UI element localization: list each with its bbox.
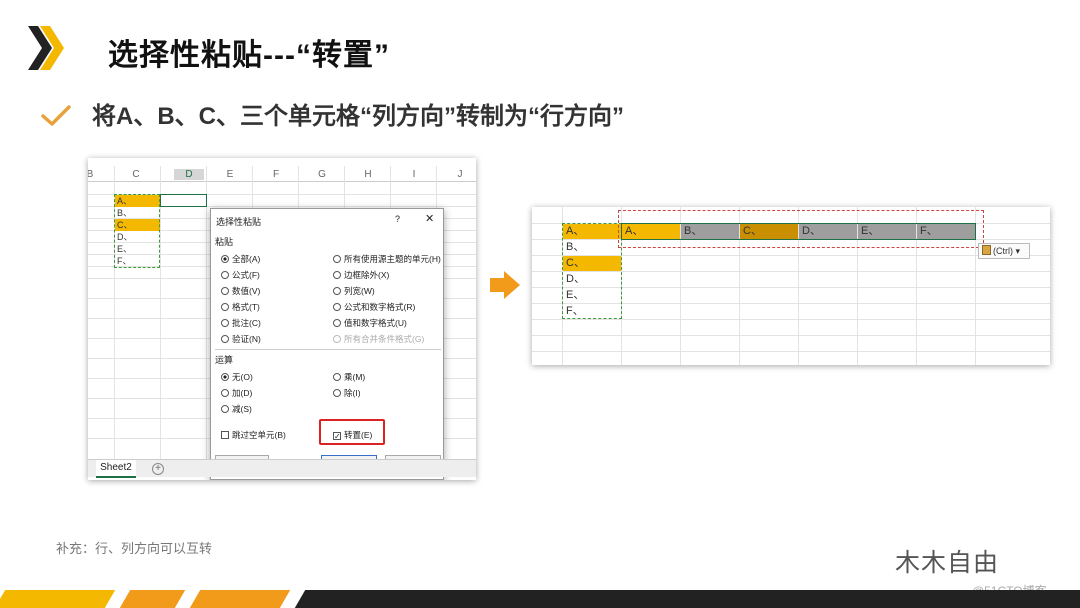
checkmark-icon xyxy=(41,105,71,126)
footnote: 补充：行、列方向可以互转 xyxy=(56,541,213,556)
radio-op-subtract[interactable]: 减(S) xyxy=(221,403,252,415)
selected-cell[interactable] xyxy=(160,194,207,207)
radio-paste-formulas[interactable]: 公式(F) xyxy=(221,269,260,281)
radio-paste-all[interactable]: 全部(A) xyxy=(221,253,260,265)
radio-op-none[interactable]: 无(O) xyxy=(221,371,253,383)
watermark: 木木自由 xyxy=(895,549,1000,577)
radio-op-add[interactable]: 加(D) xyxy=(221,387,252,399)
footer-stripe xyxy=(119,590,186,608)
col-header[interactable]: C xyxy=(126,169,146,180)
paste-icon xyxy=(982,245,991,255)
col-header[interactable]: B xyxy=(88,169,100,180)
footer-stripe xyxy=(294,590,1080,608)
excel-screenshot-before: B C D E F G H I J A、 B、 C、 D、 E、 F、 选择性粘… xyxy=(88,158,476,480)
col-header[interactable]: I xyxy=(404,169,424,180)
col-header[interactable]: E xyxy=(220,169,240,180)
radio-op-divide[interactable]: 除(I) xyxy=(333,387,361,399)
dialog-title: 选择性粘贴 xyxy=(216,217,262,227)
page-title: 选择性粘贴---“转置” xyxy=(108,39,390,72)
excel-screenshot-after: A、 B、 C、 D、 E、 F、 A、 B、 C、 D、 E、 F、 (Ctr… xyxy=(532,207,1050,365)
col-header[interactable]: D xyxy=(174,169,204,180)
radio-paste-validation[interactable]: 验证(N) xyxy=(221,333,261,345)
radio-paste-formats[interactable]: 格式(T) xyxy=(221,301,260,313)
skip-blanks-checkbox[interactable]: 跳过空单元(B) xyxy=(221,429,286,441)
sheet-tab[interactable]: Sheet2 xyxy=(96,460,136,478)
paste-section-label: 粘贴 xyxy=(215,237,234,247)
radio-paste-source-theme[interactable]: 所有使用源主题的单元(H) xyxy=(333,253,441,265)
copy-marquee xyxy=(114,194,160,268)
radio-paste-comments[interactable]: 批注(C) xyxy=(221,317,261,329)
operation-section-label: 运算 xyxy=(215,355,234,365)
chevron-double-icon xyxy=(28,26,64,70)
close-icon[interactable]: ✕ xyxy=(425,212,434,225)
footer-stripe xyxy=(189,590,291,608)
transpose-highlight xyxy=(319,419,385,445)
col-header[interactable]: F xyxy=(266,169,286,180)
paste-marquee xyxy=(618,210,984,248)
paste-special-dialog: 选择性粘贴 ? ✕ 粘贴 全部(A) 公式(F) 数值(V) 格式(T) 批注(… xyxy=(210,208,444,480)
radio-paste-no-borders[interactable]: 边框除外(X) xyxy=(333,269,389,281)
sheet-tab-bar: Sheet2 + xyxy=(88,459,476,478)
add-sheet-icon[interactable]: + xyxy=(152,463,164,475)
radio-paste-values[interactable]: 数值(V) xyxy=(221,285,260,297)
radio-paste-values-numbers[interactable]: 值和数字格式(U) xyxy=(333,317,407,329)
help-button[interactable]: ? xyxy=(395,214,400,224)
radio-paste-merge-conditional: 所有合并条件格式(G) xyxy=(333,333,424,345)
copy-marquee xyxy=(562,223,622,319)
paste-options-button[interactable]: (Ctrl) ▾ xyxy=(978,243,1030,259)
divider xyxy=(215,349,441,350)
radio-op-multiply[interactable]: 乘(M) xyxy=(333,371,365,383)
radio-paste-formulas-numbers[interactable]: 公式和数字格式(R) xyxy=(333,301,415,313)
right-arrow-icon xyxy=(490,271,520,299)
col-header[interactable]: J xyxy=(450,169,470,180)
footer-stripe xyxy=(0,590,116,608)
col-header[interactable]: H xyxy=(358,169,378,180)
column-headers: B C D E F G H I J xyxy=(88,166,476,182)
radio-paste-column-widths[interactable]: 列宽(W) xyxy=(333,285,375,297)
subtitle: 将A、B、C、三个单元格“列方向”转制为“行方向” xyxy=(92,103,624,130)
col-header[interactable]: G xyxy=(312,169,332,180)
